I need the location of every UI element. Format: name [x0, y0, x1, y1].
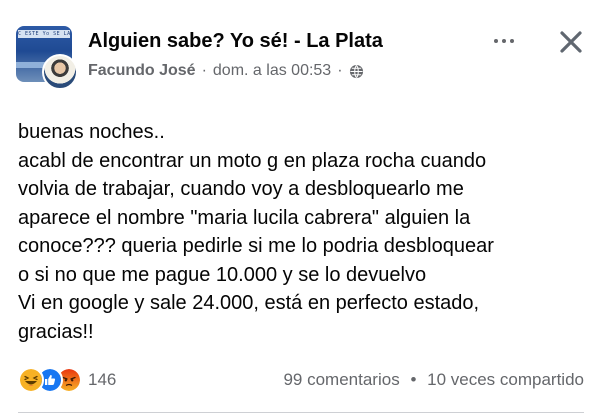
author-name-link[interactable]: Facundo José [88, 62, 196, 80]
more-horizontal-icon [494, 39, 498, 43]
post-avatars: C ESTE Yo SE LA [16, 26, 78, 90]
engagement-summary: 99 comentarios • 10 veces compartido [283, 370, 584, 390]
group-avatar-banner: C ESTE Yo SE LA [18, 30, 70, 38]
facebook-post: C ESTE Yo SE LA Alguien sabe? Yo sé! - L… [0, 0, 600, 419]
more-options-button[interactable] [488, 30, 520, 52]
footer-divider [18, 412, 584, 413]
globe-icon[interactable] [349, 64, 364, 79]
reaction-count: 146 [88, 370, 117, 389]
post-footer: 146 99 comentarios • 10 veces compartido [0, 367, 600, 394]
post-meta: Facundo José · dom. a las 00:53 · [88, 62, 364, 80]
reactions-summary[interactable]: 146 [18, 367, 117, 393]
user-avatar[interactable] [42, 54, 78, 90]
meta-separator: · [201, 62, 207, 79]
post-timestamp-link[interactable]: dom. a las 00:53 [213, 62, 331, 80]
footer-separator: • [410, 370, 417, 389]
more-horizontal-icon [502, 39, 506, 43]
haha-icon [18, 367, 44, 393]
group-name-link[interactable]: Alguien sabe? Yo sé! - La Plata [88, 30, 383, 53]
meta-separator: · [337, 62, 343, 79]
more-horizontal-icon [510, 39, 514, 43]
shares-count-link[interactable]: 10 veces compartido [427, 370, 584, 389]
comments-count-link[interactable]: 99 comentarios [283, 370, 399, 389]
close-icon[interactable] [556, 27, 586, 57]
post-body-text: buenas noches.. acabl de encontrar un mo… [18, 121, 494, 343]
